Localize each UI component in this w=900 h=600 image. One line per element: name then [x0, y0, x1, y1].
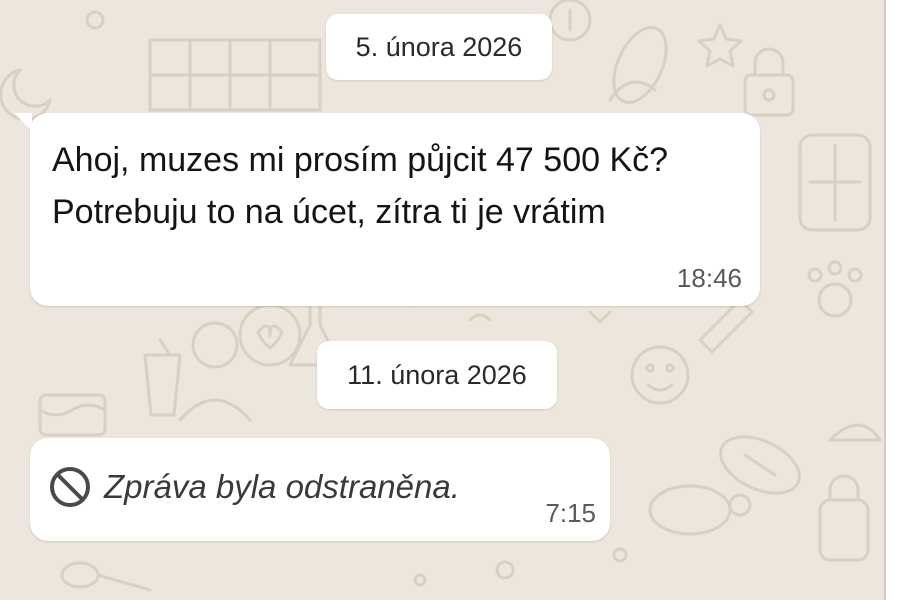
message-timestamp: 7:15	[545, 498, 596, 528]
taco-doodle-icon	[828, 423, 882, 442]
crossword-doodle-icon	[148, 38, 322, 112]
incoming-message-bubble[interactable]: Ahoj, muzes mi prosím půjcit 47 500 Kč? …	[30, 113, 760, 306]
lock-doodle-icon	[743, 47, 795, 117]
corn-doodle-icon	[608, 26, 668, 104]
window-scroll-edge[interactable]	[884, 0, 900, 600]
smiley-doodle-icon	[630, 345, 690, 405]
calculator-doodle-icon	[798, 133, 872, 232]
date-separator: 5. února 2026	[326, 14, 552, 80]
paw-doodle-icon	[807, 260, 863, 318]
date-separator: 11. února 2026	[317, 341, 557, 409]
message-text-line: Potrebuju to na úcet, zítra ti je vrátim	[52, 193, 606, 231]
ban-icon	[50, 467, 90, 507]
turtle-doodle-icon	[648, 484, 752, 536]
cake-doodle-icon	[38, 393, 107, 437]
football-doodle-icon	[719, 435, 801, 495]
deleted-message-text: Zpráva byla odstraněna.	[104, 468, 460, 505]
badge-doodle-icon	[548, 0, 592, 42]
backpack-doodle-icon	[818, 474, 870, 562]
star-doodle-icon	[697, 23, 743, 68]
deleted-message-bubble[interactable]: Zpráva byla odstraněna. 7:15	[30, 438, 610, 541]
spoon-doodle-icon	[60, 561, 152, 592]
cup-doodle-icon	[143, 338, 182, 417]
pencil-doodle-icon	[698, 298, 754, 354]
message-timestamp: 18:46	[676, 263, 742, 293]
heart-doodle-icon	[238, 303, 302, 367]
moon-doodle-icon	[0, 68, 52, 121]
deleted-message-row: Zpráva byla odstraněna.	[48, 464, 460, 510]
message-text-line: Ahoj, muzes mi prosím půjcit 47 500 Kč?	[52, 141, 669, 179]
